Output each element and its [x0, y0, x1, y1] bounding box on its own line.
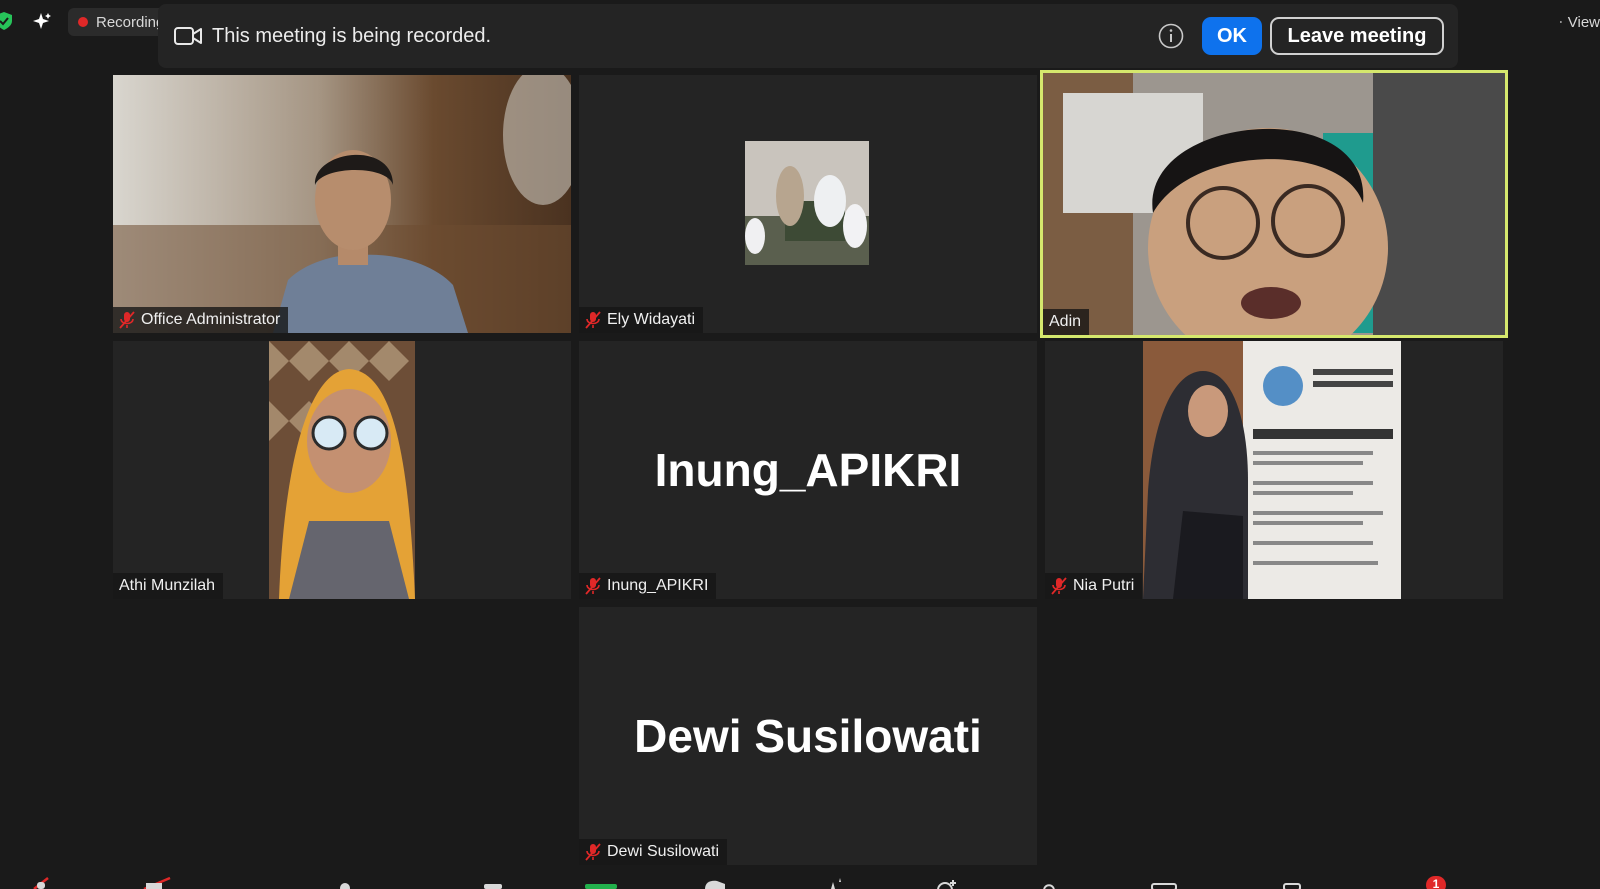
mic-muted-icon: [585, 577, 601, 595]
video-camera-icon: [174, 27, 202, 45]
meeting-window: Recording View This meeting is being rec…: [0, 0, 1600, 889]
notes-icon[interactable]: [1280, 876, 1304, 889]
participant-name-tag: Inung_APIKRI: [579, 573, 717, 599]
leave-meeting-button[interactable]: Leave meeting: [1270, 17, 1444, 55]
participant-tile[interactable]: Athi Munzilah: [113, 341, 571, 599]
ai-companion-icon[interactable]: [32, 12, 52, 32]
participant-video: [269, 341, 415, 599]
participant-name: Dewi Susilowati: [607, 843, 720, 860]
encryption-shield-icon[interactable]: [0, 12, 12, 30]
participant-display-name: Dewi Susilowati: [634, 710, 982, 762]
participant-name: Office Administrator: [141, 311, 281, 328]
participant-video: [113, 75, 571, 333]
participant-name: Athi Munzilah: [119, 577, 216, 594]
ok-button[interactable]: OK: [1202, 17, 1262, 55]
participant-video: [1143, 341, 1401, 599]
whiteboards-icon[interactable]: [1150, 876, 1178, 889]
mic-muted-icon: [585, 311, 601, 329]
reactions-icon[interactable]: [935, 876, 959, 889]
mic-muted-icon: [1051, 577, 1067, 595]
participant-tile[interactable]: Office Administrator: [113, 75, 571, 333]
participant-name: Adin: [1049, 313, 1082, 330]
participant-tile[interactable]: Dewi Susilowati Dewi Susilowati: [579, 607, 1037, 865]
recording-notice-text: This meeting is being recorded.: [212, 24, 492, 47]
chat-icon[interactable]: [482, 876, 504, 889]
apps-icon[interactable]: [1040, 876, 1064, 889]
recording-dot-icon: [78, 17, 88, 27]
participant-video: [1043, 73, 1505, 335]
view-button-label: View: [1567, 13, 1600, 31]
participant-name-tag: Office Administrator: [113, 307, 289, 333]
participant-name: Inung_APIKRI: [607, 577, 709, 594]
participant-video: [745, 141, 869, 265]
grid-view-icon: [1560, 21, 1562, 23]
ai-companion-toolbar-icon[interactable]: [823, 876, 847, 889]
stop-video-icon[interactable]: [140, 876, 174, 889]
participant-display-name: Inung_APIKRI: [654, 444, 962, 496]
participants-icon[interactable]: [334, 876, 356, 889]
view-button[interactable]: View: [1560, 8, 1600, 36]
mic-muted-icon: [119, 311, 135, 329]
participant-tile[interactable]: Nia Putri: [1045, 341, 1503, 599]
notification-badge[interactable]: 1: [1426, 876, 1446, 889]
participant-tile[interactable]: Inung_APIKRI Inung_APIKRI: [579, 341, 1037, 599]
participant-name: Ely Widayati: [607, 311, 696, 328]
participant-name-tag: Nia Putri: [1045, 573, 1143, 599]
participant-tile-active-speaker[interactable]: Adin: [1040, 70, 1508, 338]
recording-indicator[interactable]: Recording: [68, 8, 168, 36]
mic-muted-icon: [585, 843, 601, 861]
info-icon[interactable]: [1158, 23, 1184, 49]
participant-name-tag: Ely Widayati: [579, 307, 704, 333]
share-screen-icon[interactable]: [585, 876, 617, 889]
recording-label: Recording: [96, 13, 165, 31]
participant-tile[interactable]: Ely Widayati: [579, 75, 1037, 333]
participant-name: Nia Putri: [1073, 577, 1135, 594]
mute-audio-icon[interactable]: [28, 876, 54, 889]
recording-notice-banner: This meeting is being recorded. OK Leave…: [158, 4, 1458, 68]
participant-name-tag: Adin: [1043, 309, 1090, 335]
record-icon[interactable]: [703, 876, 727, 889]
participant-name-tag: Dewi Susilowati: [579, 839, 728, 865]
participant-name-tag: Athi Munzilah: [113, 573, 224, 599]
